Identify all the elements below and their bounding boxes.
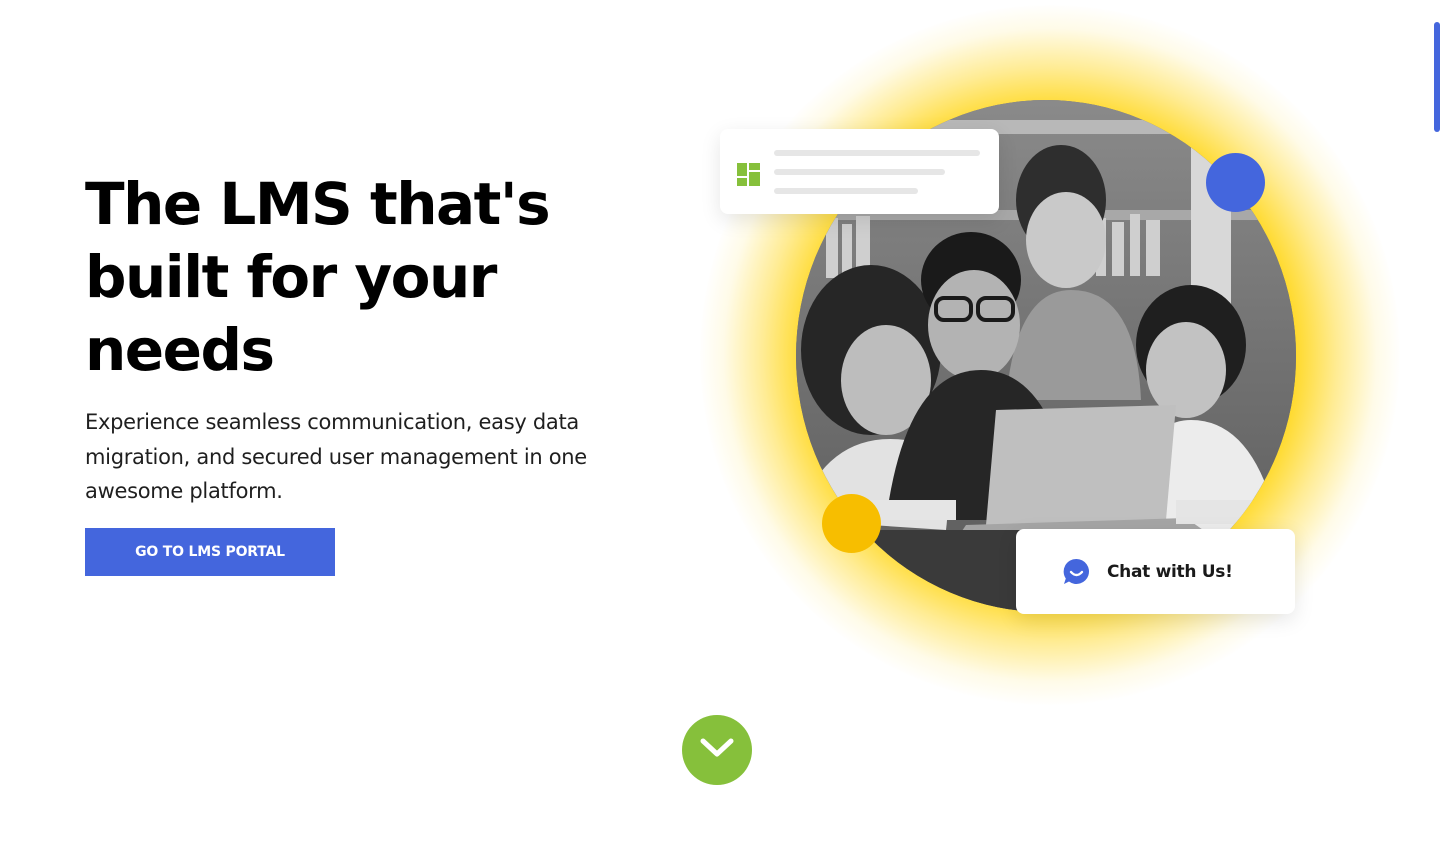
hero-description: Experience seamless communication, easy … (85, 410, 587, 503)
go-to-lms-portal-label: GO TO LMS PORTAL (135, 544, 285, 560)
chat-with-us-button[interactable]: Chat with Us! (1016, 529, 1295, 614)
scroll-down-button[interactable] (682, 715, 752, 785)
chevron-down-icon (699, 737, 735, 764)
chat-with-us-label: Chat with Us! (1107, 562, 1233, 582)
hero-title: The LMS that's built for your needs (85, 170, 551, 384)
yellow-dot (822, 494, 881, 553)
chat-bubble-icon (1063, 558, 1090, 585)
go-to-lms-portal-button[interactable]: GO TO LMS PORTAL (85, 528, 335, 576)
dashboard-icon (737, 163, 760, 186)
page: The LMS that's built for your needs Expe… (0, 0, 1440, 845)
page-scrollbar[interactable] (1434, 22, 1440, 132)
placeholder-line (774, 188, 918, 194)
placeholder-line (774, 169, 945, 175)
placeholder-line (774, 150, 980, 156)
blue-dot (1206, 153, 1265, 212)
dashboard-card (720, 129, 999, 214)
